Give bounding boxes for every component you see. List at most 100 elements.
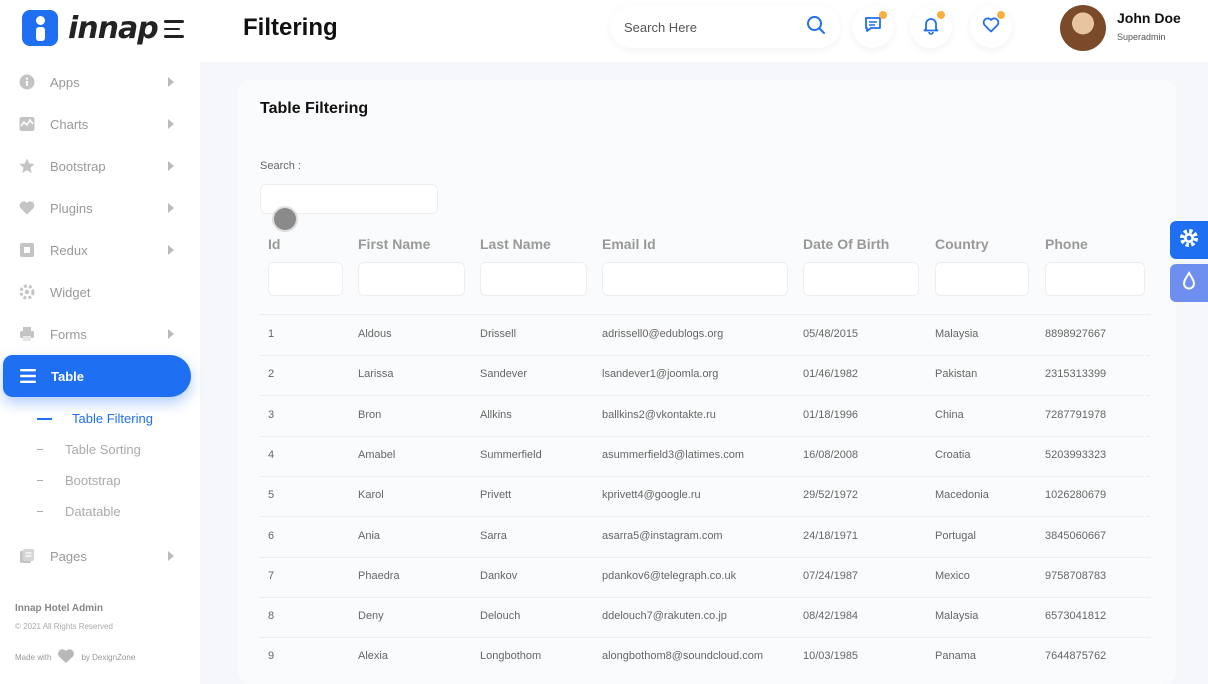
sidebar-item-label: Charts [50,116,89,132]
cell-last-name: Delouch [480,610,521,623]
cell-dob: 08/42/1984 [803,610,859,623]
chevron-right-icon [168,77,174,87]
column-header-dob[interactable]: Date Of Birth [803,236,889,252]
sidebar-item-redux[interactable]: Redux [0,230,200,270]
row-divider [260,637,1150,639]
cell-phone: 6573041812 [1045,610,1107,623]
cell-phone: 1026280679 [1045,489,1107,502]
cell-email: lsandever1@joomla.org [602,368,719,381]
search-icon[interactable] [806,15,826,40]
messages-button[interactable] [852,6,894,48]
favorites-button[interactable] [970,6,1012,48]
filter-input-phone[interactable] [1045,262,1145,296]
mouse-cursor-indicator [274,208,296,230]
chevron-right-icon [168,203,174,213]
avatar[interactable] [1060,5,1106,51]
sidebar-subitem-datatable[interactable]: Datatable [37,504,121,519]
footer-made-suffix: by DexignZone [81,652,136,662]
sidebar-subitem-table-sorting[interactable]: Table Sorting [37,442,141,457]
theme-settings-button[interactable] [1170,221,1208,259]
cell-id: 1 [268,328,275,340]
sidebar-subitem-table-filtering[interactable]: Table Filtering [37,411,153,426]
sidebar-item-widget[interactable]: Widget [0,272,200,312]
cell-id: 2 [268,368,275,381]
sidebar-item-table[interactable]: Table [3,355,191,397]
cell-last-name: Longbothom [480,650,542,663]
top-header: innap Filtering John Doe Superadmin [0,0,1208,62]
menu-toggle-icon[interactable] [164,20,186,38]
sidebar-item-apps[interactable]: Apps [0,62,200,102]
cell-email: ballkins2@vkontakte.ru [602,408,716,421]
footer-copyright: © 2021 All Rights Reserved [15,622,113,631]
search-input[interactable] [624,19,806,35]
row-divider [260,596,1150,598]
sidebar-item-plugins[interactable]: Plugins [0,188,200,228]
list-icon [19,367,37,385]
cell-email: adrissell0@edublogs.org [602,328,724,340]
chevron-right-icon [168,245,174,255]
cell-phone: 2315313399 [1045,368,1107,381]
cell-last-name: Privett [480,489,512,502]
notification-badge [879,11,887,19]
footer-credit: Made with by DexignZone [15,648,135,666]
column-header-first-name[interactable]: First Name [358,236,430,252]
cell-dob: 10/03/1985 [803,650,859,663]
column-header-country[interactable]: Country [935,236,989,252]
sidebar-item-charts[interactable]: Charts [0,104,200,144]
cell-phone: 7287791978 [1045,408,1107,421]
column-header-email[interactable]: Email Id [602,236,656,252]
row-divider [260,556,1150,558]
sidebar-item-pages[interactable]: Pages [0,536,200,576]
user-role: Superadmin [1117,32,1166,42]
notifications-button[interactable] [910,6,952,48]
table-filtering-card: Table Filtering Search : Id First Name L… [238,80,1176,684]
sidebar-subitem-bootstrap[interactable]: Bootstrap [37,473,121,488]
chart-icon [18,115,36,133]
filter-input-last-name[interactable] [480,262,587,296]
cell-first-name: Ania [358,529,381,542]
row-divider [260,435,1150,437]
info-icon [18,73,36,91]
filter-input-dob[interactable] [803,262,919,296]
sidebar-item-bootstrap[interactable]: Bootstrap [0,146,200,186]
filter-input-first-name[interactable] [358,262,465,296]
heart-icon [57,648,75,666]
footer-title: Innap Hotel Admin [15,603,103,614]
cell-last-name: Dankov [480,569,518,582]
sidebar-subitem-label: Table Sorting [65,442,141,457]
cell-country: Croatia [935,448,971,461]
filter-input-country[interactable] [935,262,1029,296]
pages-icon [18,547,36,565]
filter-input-id[interactable] [268,262,343,296]
cell-dob: 07/24/1987 [803,569,859,582]
sidebar-subitem-label: Bootstrap [65,473,121,488]
sidebar-item-forms[interactable]: Forms [0,314,200,354]
cell-dob: 29/52/1972 [803,489,859,502]
filter-input-email[interactable] [602,262,788,296]
cell-id: 3 [268,408,275,421]
cell-phone: 9758708783 [1045,569,1107,582]
cell-first-name: Aldous [358,328,392,340]
sidebar-item-label: Plugins [50,200,93,216]
cell-country: Malaysia [935,328,979,340]
cell-country: Pakistan [935,368,978,381]
cell-id: 4 [268,448,275,461]
cell-email: pdankov6@telegraph.co.uk [602,569,737,582]
column-header-phone[interactable]: Phone [1045,236,1088,252]
brand-logo[interactable]: innap [22,10,159,46]
settings-icon [18,283,36,301]
cell-email: ddelouch7@rakuten.co.jp [602,610,727,623]
color-palette-button[interactable] [1170,264,1208,302]
sidebar-subitem-label: Datatable [65,504,121,519]
column-header-id[interactable]: Id [268,236,280,252]
cell-email: kprivett4@google.ru [602,489,701,502]
column-header-last-name[interactable]: Last Name [480,236,551,252]
heart-icon [18,199,36,217]
card-title: Table Filtering [260,100,369,117]
cell-first-name: Deny [358,610,384,623]
page-title: Filtering [243,14,338,41]
user-name[interactable]: John Doe [1117,10,1181,26]
sidebar: Apps Charts Bootstrap Plugins Redux Widg… [0,62,200,684]
notification-badge [937,11,945,19]
header-search [610,6,840,48]
